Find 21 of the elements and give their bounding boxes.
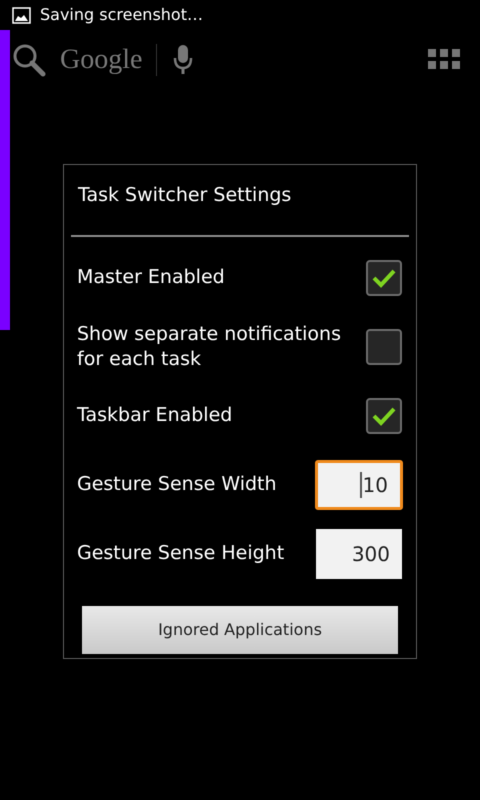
number-field[interactable]: 10 <box>315 460 403 510</box>
setting-label: Taskbar Enabled <box>77 403 234 428</box>
setting-label: Show separate notifications for each task <box>77 322 342 372</box>
setting-label: Master Enabled <box>77 265 226 290</box>
setting-label: Gesture Sense Width <box>77 472 278 497</box>
checkbox[interactable] <box>366 328 402 364</box>
number-field[interactable]: 300 <box>316 528 402 578</box>
notification-text: Saving screenshot… <box>40 4 203 26</box>
picture-icon <box>12 6 31 24</box>
check-icon <box>372 406 396 426</box>
google-logo[interactable]: Google <box>60 39 142 81</box>
checkbox[interactable] <box>366 398 402 434</box>
dialog-title: Task Switcher Settings <box>77 183 292 208</box>
checkbox[interactable] <box>366 260 402 296</box>
check-icon <box>372 268 396 288</box>
ignored-applications-button[interactable]: Ignored Applications <box>82 606 398 654</box>
text-cursor <box>360 472 362 498</box>
setting-label: Gesture Sense Height <box>77 541 286 566</box>
search-icon[interactable] <box>12 43 46 77</box>
apps-grid-icon[interactable] <box>428 49 460 71</box>
microphone-icon[interactable] <box>173 44 194 76</box>
